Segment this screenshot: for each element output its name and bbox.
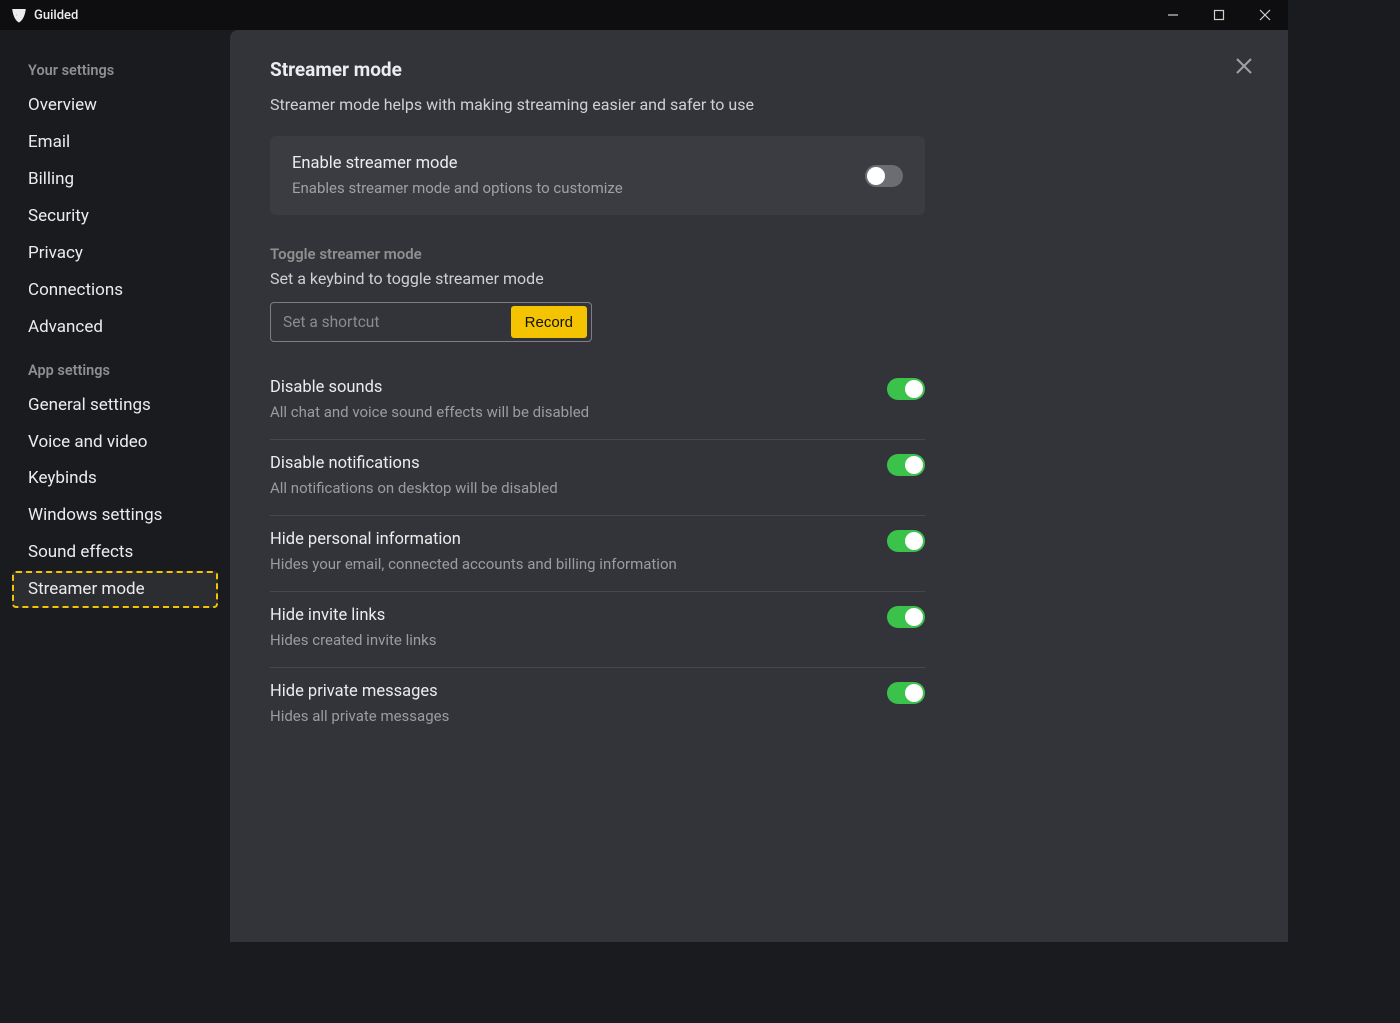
- record-button[interactable]: Record: [511, 306, 587, 338]
- setting-row-hide-personal-information: Hide personal information Hides your emai…: [270, 516, 925, 592]
- sidebar-item-sound-effects[interactable]: Sound effects: [0, 534, 230, 571]
- sidebar-item-connections[interactable]: Connections: [0, 272, 230, 309]
- setting-title: Hide private messages: [270, 682, 449, 701]
- hide-personal-information-toggle[interactable]: [887, 530, 925, 552]
- sidebar-item-streamer-mode[interactable]: Streamer mode: [12, 571, 218, 608]
- sidebar-item-advanced[interactable]: Advanced: [0, 309, 230, 346]
- sidebar-item-email[interactable]: Email: [0, 124, 230, 161]
- page-subtitle: Streamer mode helps with making streamin…: [270, 95, 1150, 114]
- sidebar-section-your-settings: Your settings: [0, 46, 230, 87]
- window-controls: [1150, 0, 1288, 30]
- titlebar: Guilded: [0, 0, 1288, 30]
- sidebar-section-app-settings: App settings: [0, 346, 230, 387]
- setting-row-disable-sounds: Disable sounds All chat and voice sound e…: [270, 372, 925, 440]
- disable-sounds-toggle[interactable]: [887, 378, 925, 400]
- sidebar-item-privacy[interactable]: Privacy: [0, 235, 230, 272]
- window-close-button[interactable]: [1242, 0, 1288, 30]
- sidebar-item-windows-settings[interactable]: Windows settings: [0, 497, 230, 534]
- page-title: Streamer mode: [270, 58, 1150, 81]
- brand: Guilded: [10, 6, 78, 24]
- setting-subtitle: Hides all private messages: [270, 707, 449, 725]
- guilded-logo-icon: [10, 6, 28, 24]
- setting-title: Disable sounds: [270, 378, 589, 397]
- setting-subtitle: All notifications on desktop will be dis…: [270, 479, 558, 497]
- disable-notifications-toggle[interactable]: [887, 454, 925, 476]
- enable-card-title: Enable streamer mode: [292, 154, 623, 173]
- sidebar-item-keybinds[interactable]: Keybinds: [0, 460, 230, 497]
- setting-row-disable-notifications: Disable notifications All notifications o…: [270, 440, 925, 516]
- setting-title: Disable notifications: [270, 454, 558, 473]
- maximize-button[interactable]: [1196, 0, 1242, 30]
- enable-streamer-mode-toggle[interactable]: [865, 165, 903, 187]
- setting-title: Hide personal information: [270, 530, 677, 549]
- sidebar-item-overview[interactable]: Overview: [0, 87, 230, 124]
- setting-subtitle: Hides your email, connected accounts and…: [270, 555, 677, 573]
- setting-row-hide-invite-links: Hide invite links Hides created invite li…: [270, 592, 925, 668]
- close-icon[interactable]: [1230, 52, 1258, 80]
- setting-title: Hide invite links: [270, 606, 437, 625]
- shortcut-input-row: Set a shortcut Record: [270, 302, 592, 342]
- content-area: Streamer mode Streamer mode helps with m…: [230, 30, 1288, 942]
- setting-row-hide-private-messages: Hide private messages Hides all private m…: [270, 668, 925, 743]
- sidebar-item-voice-and-video[interactable]: Voice and video: [0, 424, 230, 461]
- shortcut-placeholder[interactable]: Set a shortcut: [283, 313, 511, 331]
- minimize-button[interactable]: [1150, 0, 1196, 30]
- setting-subtitle: All chat and voice sound effects will be…: [270, 403, 589, 421]
- sidebar-item-billing[interactable]: Billing: [0, 161, 230, 198]
- enable-card-subtitle: Enables streamer mode and options to cus…: [292, 179, 623, 197]
- keybind-group-label: Toggle streamer mode: [270, 245, 1150, 263]
- enable-streamer-mode-card: Enable streamer mode Enables streamer mo…: [270, 136, 925, 215]
- sidebar-item-security[interactable]: Security: [0, 198, 230, 235]
- setting-subtitle: Hides created invite links: [270, 631, 437, 649]
- keybind-group-sub: Set a keybind to toggle streamer mode: [270, 269, 1150, 288]
- sidebar: Your settings OverviewEmailBillingSecuri…: [0, 30, 230, 942]
- sidebar-item-general-settings[interactable]: General settings: [0, 387, 230, 424]
- hide-private-messages-toggle[interactable]: [887, 682, 925, 704]
- brand-name: Guilded: [34, 8, 78, 23]
- hide-invite-links-toggle[interactable]: [887, 606, 925, 628]
